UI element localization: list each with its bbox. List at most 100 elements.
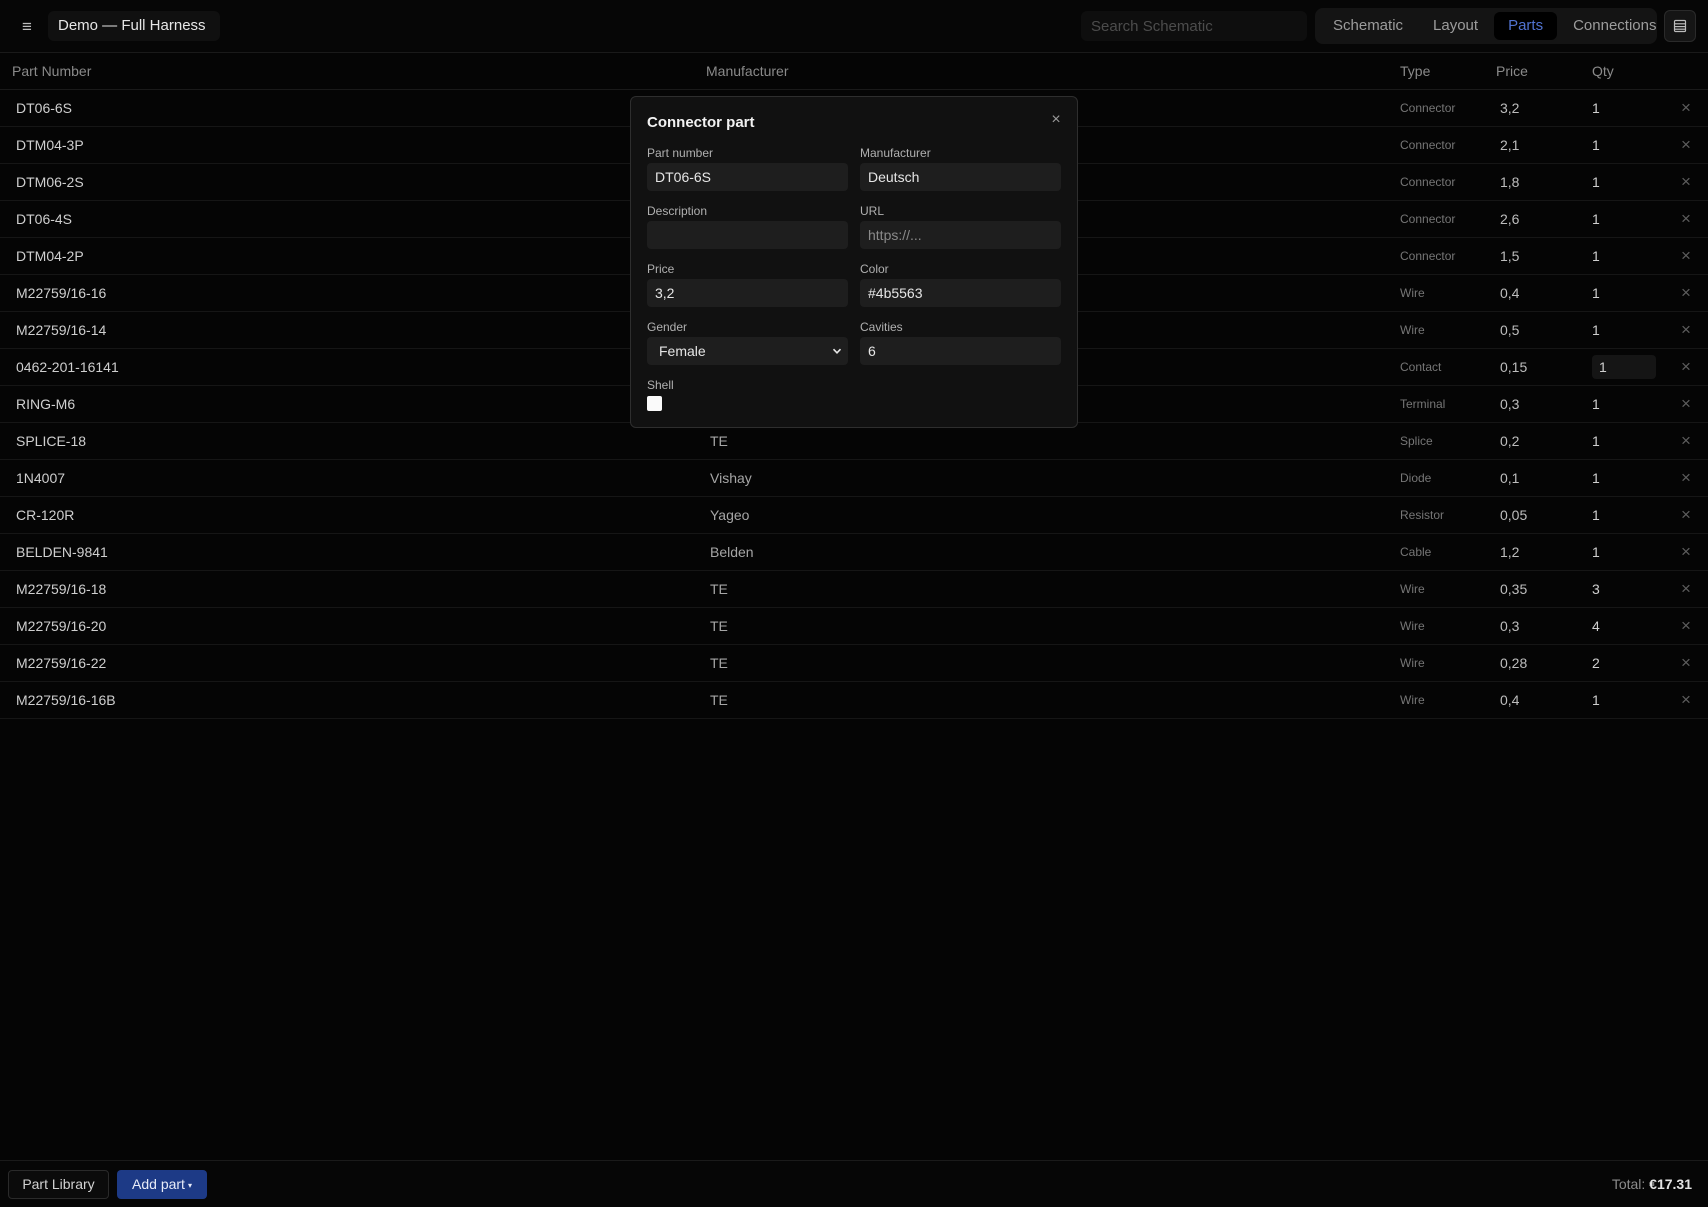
delete-row-icon[interactable]: ×: [1676, 460, 1696, 496]
price-cell: 0,2: [1500, 433, 1520, 449]
delete-row-icon[interactable]: ×: [1676, 127, 1696, 163]
header-qty[interactable]: Qty: [1592, 53, 1614, 90]
part-library-button[interactable]: Part Library: [8, 1170, 109, 1199]
price-cell: 0,1: [1500, 470, 1520, 486]
delete-row-icon[interactable]: ×: [1676, 682, 1696, 718]
part-number-cell: CR-120R: [16, 507, 75, 523]
hamburger-menu-icon[interactable]: ≡: [14, 14, 40, 40]
close-icon[interactable]: ×: [1047, 111, 1065, 129]
cavities-field[interactable]: [860, 337, 1061, 365]
delete-row-icon[interactable]: ×: [1676, 164, 1696, 200]
part-number-cell: 0462-201-16141: [16, 359, 119, 375]
qty-cell: 1: [1592, 396, 1600, 412]
panel-toggle-button[interactable]: [1664, 10, 1696, 42]
part-number-cell: SPLICE-18: [16, 433, 87, 449]
manufacturer-field[interactable]: [860, 163, 1061, 191]
table-row[interactable]: SPLICE-18 TE Splice 0,2 1 ×: [0, 423, 1708, 460]
table-row[interactable]: M22759/16-22 TE Wire 0,28 2 ×: [0, 645, 1708, 682]
price-cell: 0,3: [1500, 396, 1520, 412]
url-field[interactable]: [860, 221, 1061, 249]
search-input[interactable]: [1081, 11, 1307, 41]
price-cell: 1,2: [1500, 544, 1520, 560]
description-label: Description: [647, 204, 708, 218]
delete-row-icon[interactable]: ×: [1676, 201, 1696, 237]
qty-cell: 1: [1592, 100, 1600, 116]
tab-parts[interactable]: Parts: [1494, 12, 1558, 40]
delete-row-icon[interactable]: ×: [1676, 534, 1696, 570]
qty-cell: 1: [1592, 507, 1600, 523]
tab-connections[interactable]: Connections: [1559, 12, 1670, 40]
part-number-cell: BELDEN-9841: [16, 544, 108, 560]
delete-row-icon[interactable]: ×: [1676, 349, 1696, 385]
part-number-cell: DTM04-3P: [16, 137, 84, 153]
price-cell: 0,3: [1500, 618, 1520, 634]
table-row[interactable]: M22759/16-18 TE Wire 0,35 3 ×: [0, 571, 1708, 608]
delete-row-icon[interactable]: ×: [1676, 90, 1696, 126]
part-number-cell: 1N4007: [16, 470, 66, 486]
delete-row-icon[interactable]: ×: [1676, 497, 1696, 533]
type-cell: Connector: [1400, 175, 1456, 189]
price-cell: 0,4: [1500, 692, 1520, 708]
part-number-cell: M22759/16-20: [16, 618, 107, 634]
manufacturer-cell: Yageo: [710, 507, 750, 523]
manufacturer-cell: Vishay: [710, 470, 752, 486]
delete-row-icon[interactable]: ×: [1676, 608, 1696, 644]
delete-row-icon[interactable]: ×: [1676, 275, 1696, 311]
description-field[interactable]: [647, 221, 848, 249]
type-cell: Wire: [1400, 582, 1425, 596]
shell-label: Shell: [647, 378, 674, 392]
table-row[interactable]: BELDEN-9841 Belden Cable 1,2 1 ×: [0, 534, 1708, 571]
delete-row-icon[interactable]: ×: [1676, 645, 1696, 681]
qty-cell: 1: [1592, 174, 1600, 190]
price-cell: 2,1: [1500, 137, 1520, 153]
table-row[interactable]: M22759/16-20 TE Wire 0,3 4 ×: [0, 608, 1708, 645]
delete-row-icon[interactable]: ×: [1676, 423, 1696, 459]
price-field[interactable]: [647, 279, 848, 307]
tab-layout[interactable]: Layout: [1419, 12, 1492, 40]
manufacturer-cell: TE: [710, 655, 728, 671]
header-manufacturer[interactable]: Manufacturer: [706, 53, 788, 90]
type-cell: Contact: [1400, 360, 1442, 374]
qty-input[interactable]: 1: [1592, 355, 1656, 379]
parts-table-header: Part Number Manufacturer Type Price Qty: [0, 53, 1708, 90]
part-number-cell: DTM06-2S: [16, 174, 84, 190]
add-part-button[interactable]: Add part ▾: [117, 1170, 207, 1199]
gender-select[interactable]: Female: [647, 337, 848, 365]
part-number-field[interactable]: [647, 163, 848, 191]
chevron-down-icon: [830, 337, 844, 365]
table-row[interactable]: 1N4007 Vishay Diode 0,1 1 ×: [0, 460, 1708, 497]
header-part-number[interactable]: Part Number: [12, 53, 91, 90]
part-number-cell: M22759/16-14: [16, 322, 107, 338]
add-part-label: Add part: [132, 1176, 185, 1192]
delete-row-icon[interactable]: ×: [1676, 571, 1696, 607]
header-type[interactable]: Type: [1400, 53, 1430, 90]
color-field[interactable]: [860, 279, 1061, 307]
table-row[interactable]: CR-120R Yageo Resistor 0,05 1 ×: [0, 497, 1708, 534]
price-cell: 3,2: [1500, 100, 1520, 116]
top-bar: ≡ Demo — Full Harness Schematic Layout P…: [0, 0, 1708, 53]
delete-row-icon[interactable]: ×: [1676, 238, 1696, 274]
price-cell: 1,8: [1500, 174, 1520, 190]
manufacturer-cell: TE: [710, 618, 728, 634]
document-title[interactable]: Demo — Full Harness: [48, 11, 220, 41]
total-label: Total:: [1611, 1176, 1646, 1192]
url-label: URL: [860, 204, 885, 218]
qty-cell: 1: [1592, 322, 1600, 338]
qty-cell: 1: [1592, 211, 1600, 227]
type-cell: Diode: [1400, 471, 1432, 485]
qty-cell: 1: [1592, 692, 1600, 708]
price-cell: 1,5: [1500, 248, 1520, 264]
shell-checkbox[interactable]: [647, 396, 662, 411]
caret-down-icon: ▾: [187, 1181, 192, 1190]
type-cell: Connector: [1400, 249, 1456, 263]
tab-schematic[interactable]: Schematic: [1319, 12, 1417, 40]
delete-row-icon[interactable]: ×: [1676, 386, 1696, 422]
table-row[interactable]: M22759/16-16B TE Wire 0,4 1 ×: [0, 682, 1708, 719]
header-price[interactable]: Price: [1496, 53, 1528, 90]
manufacturer-cell: TE: [710, 433, 728, 449]
delete-row-icon[interactable]: ×: [1676, 312, 1696, 348]
type-cell: Cable: [1400, 545, 1432, 559]
qty-cell: 3: [1592, 581, 1600, 597]
price-label: Price: [647, 262, 675, 276]
cavities-label: Cavities: [860, 320, 903, 334]
